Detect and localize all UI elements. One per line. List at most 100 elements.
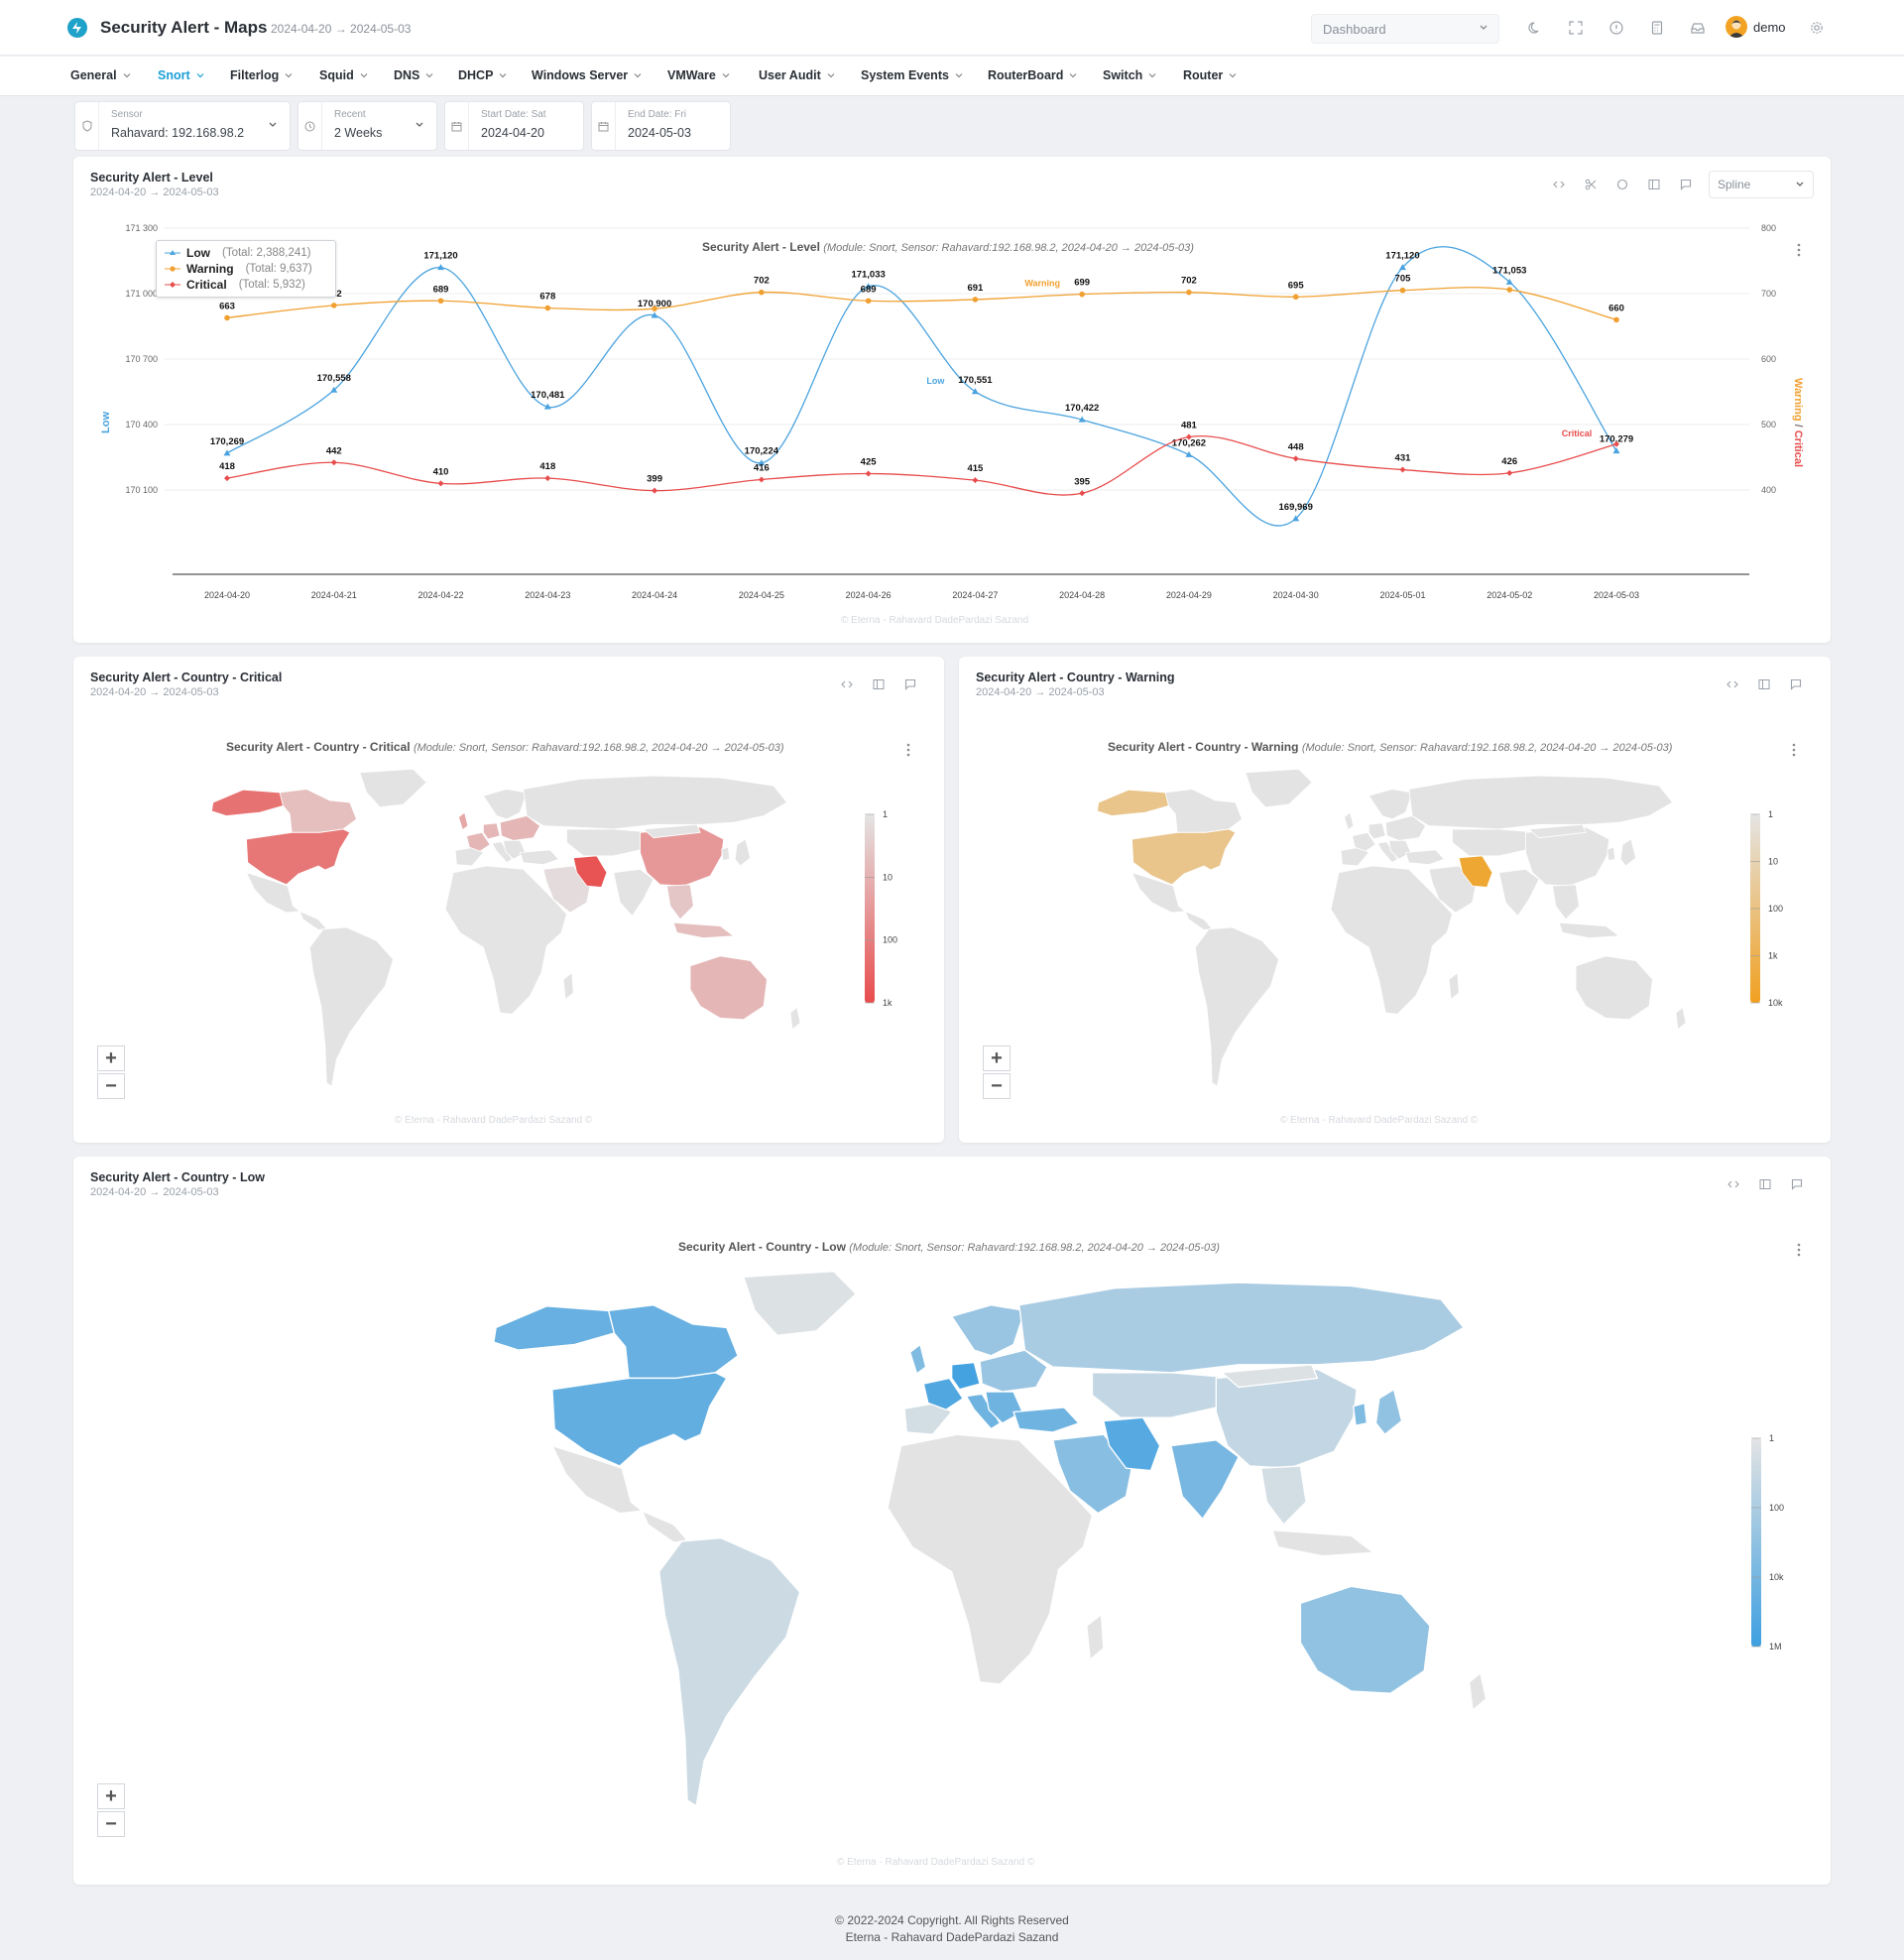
nav-general[interactable]: General [70, 68, 131, 82]
country-korea[interactable] [1353, 1402, 1368, 1426]
country-seasia[interactable] [1552, 884, 1580, 920]
country-germany[interactable] [950, 1361, 981, 1391]
point-critical[interactable] [758, 476, 765, 483]
legend-item-critical[interactable]: Critical (Total: 5,932) [165, 277, 305, 293]
info-icon[interactable] [1605, 16, 1628, 40]
country-indonesia[interactable] [1271, 1529, 1374, 1557]
chart-menu-icon[interactable] [1790, 742, 1798, 758]
sensor-select[interactable]: Sensor Rahavard: 192.168.98.2 [74, 101, 291, 151]
country-uk[interactable] [909, 1343, 927, 1375]
end-date-input[interactable]: End Date: Fri 2024-05-03 [591, 101, 731, 151]
point-low[interactable] [971, 388, 979, 395]
country-alaska[interactable] [211, 789, 284, 816]
series-line-critical[interactable] [226, 434, 1617, 496]
point-warning[interactable] [330, 303, 337, 308]
country-madagascar[interactable] [1448, 972, 1460, 1000]
nav-squid[interactable]: Squid [319, 68, 368, 82]
point-critical[interactable] [544, 475, 551, 482]
zoom-out-button[interactable]: − [97, 1811, 125, 1837]
point-critical[interactable] [865, 470, 872, 477]
country-russia[interactable] [1018, 1282, 1465, 1374]
country-japan[interactable] [1374, 1389, 1403, 1435]
country-korea[interactable] [1606, 846, 1616, 861]
code-icon[interactable] [837, 674, 857, 694]
avatar[interactable] [1726, 16, 1747, 38]
point-critical[interactable] [1079, 490, 1086, 497]
nav-filterlog[interactable]: Filterlog [230, 68, 293, 82]
point-warning[interactable] [652, 306, 657, 311]
point-critical[interactable] [437, 480, 444, 487]
inbox-icon[interactable] [1686, 16, 1710, 40]
point-critical[interactable] [1506, 469, 1513, 476]
warning-world-map[interactable] [1028, 766, 1703, 1113]
nav-routerboard[interactable]: RouterBoard [988, 68, 1077, 82]
country-southasia[interactable] [1498, 868, 1540, 917]
country-southam[interactable] [308, 926, 394, 1087]
country-alaska[interactable] [1097, 789, 1169, 816]
legend-item-warning[interactable]: Warning (Total: 9,637) [165, 261, 312, 277]
code-icon[interactable] [1723, 674, 1742, 694]
comment-icon[interactable] [900, 674, 920, 694]
code-icon[interactable] [1724, 1174, 1743, 1194]
country-canada[interactable] [279, 789, 357, 833]
zoom-out-button[interactable]: − [97, 1073, 125, 1099]
point-low[interactable] [223, 449, 231, 456]
country-russia[interactable] [523, 775, 788, 830]
country-japan[interactable] [734, 838, 752, 867]
country-nz[interactable] [789, 1007, 801, 1031]
country-japan[interactable] [1619, 838, 1637, 867]
dashboard-select[interactable]: Dashboard [1311, 14, 1499, 44]
moon-icon[interactable] [1523, 16, 1547, 40]
country-central[interactable] [641, 1510, 688, 1543]
country-southam[interactable] [657, 1536, 801, 1807]
low-world-map[interactable] [351, 1266, 1541, 1851]
country-scandinavia[interactable] [950, 1304, 1026, 1357]
country-usa[interactable] [551, 1372, 728, 1467]
point-low[interactable] [1612, 447, 1620, 454]
country-greenland[interactable] [1245, 768, 1313, 808]
nav-user-audit[interactable]: User Audit [759, 68, 835, 82]
legend-item-low[interactable]: Low (Total: 2,388,241) [165, 245, 311, 261]
panel-icon[interactable] [869, 674, 889, 694]
point-warning[interactable] [437, 298, 444, 305]
point-warning[interactable] [972, 297, 979, 303]
country-greenland[interactable] [743, 1270, 857, 1337]
point-warning[interactable] [224, 314, 230, 321]
country-alaska[interactable] [493, 1305, 615, 1351]
country-uk[interactable] [458, 811, 469, 831]
zoom-in-button[interactable]: + [983, 1045, 1011, 1071]
zoom-in-button[interactable]: + [97, 1045, 125, 1071]
start-date-input[interactable]: Start Date: Sat 2024-04-20 [444, 101, 584, 151]
point-warning[interactable] [1186, 289, 1192, 296]
country-australia[interactable] [689, 955, 768, 1021]
zoom-out-button[interactable]: − [983, 1073, 1011, 1099]
country-uk[interactable] [1344, 811, 1355, 831]
panel-icon[interactable] [1755, 1174, 1775, 1194]
point-warning[interactable] [1399, 287, 1406, 294]
country-russia[interactable] [1408, 775, 1674, 830]
point-critical[interactable] [652, 487, 658, 494]
country-canada[interactable] [607, 1304, 739, 1380]
gear-icon[interactable] [1805, 16, 1829, 40]
country-greenland[interactable] [359, 768, 427, 808]
country-southam[interactable] [1194, 926, 1279, 1087]
panel-icon[interactable] [1754, 674, 1774, 694]
country-australia[interactable] [1299, 1585, 1431, 1694]
point-critical[interactable] [224, 475, 230, 482]
chart-menu-icon[interactable] [904, 742, 912, 758]
calculator-icon[interactable] [1645, 16, 1669, 40]
point-critical[interactable] [1399, 466, 1406, 473]
nav-snort[interactable]: Snort [158, 68, 204, 82]
point-warning[interactable] [759, 289, 765, 296]
country-turkey[interactable] [519, 849, 559, 866]
nav-vmware[interactable]: VMWare [667, 68, 730, 82]
nav-dns[interactable]: DNS [394, 68, 433, 82]
comment-icon[interactable] [1787, 1174, 1807, 1194]
point-warning[interactable] [865, 298, 872, 305]
point-warning[interactable] [544, 305, 551, 311]
country-nz[interactable] [1675, 1007, 1687, 1031]
country-seasia[interactable] [1260, 1465, 1307, 1526]
country-germany[interactable] [1368, 822, 1386, 840]
point-critical[interactable] [1292, 455, 1299, 462]
critical-world-map[interactable] [143, 766, 817, 1113]
